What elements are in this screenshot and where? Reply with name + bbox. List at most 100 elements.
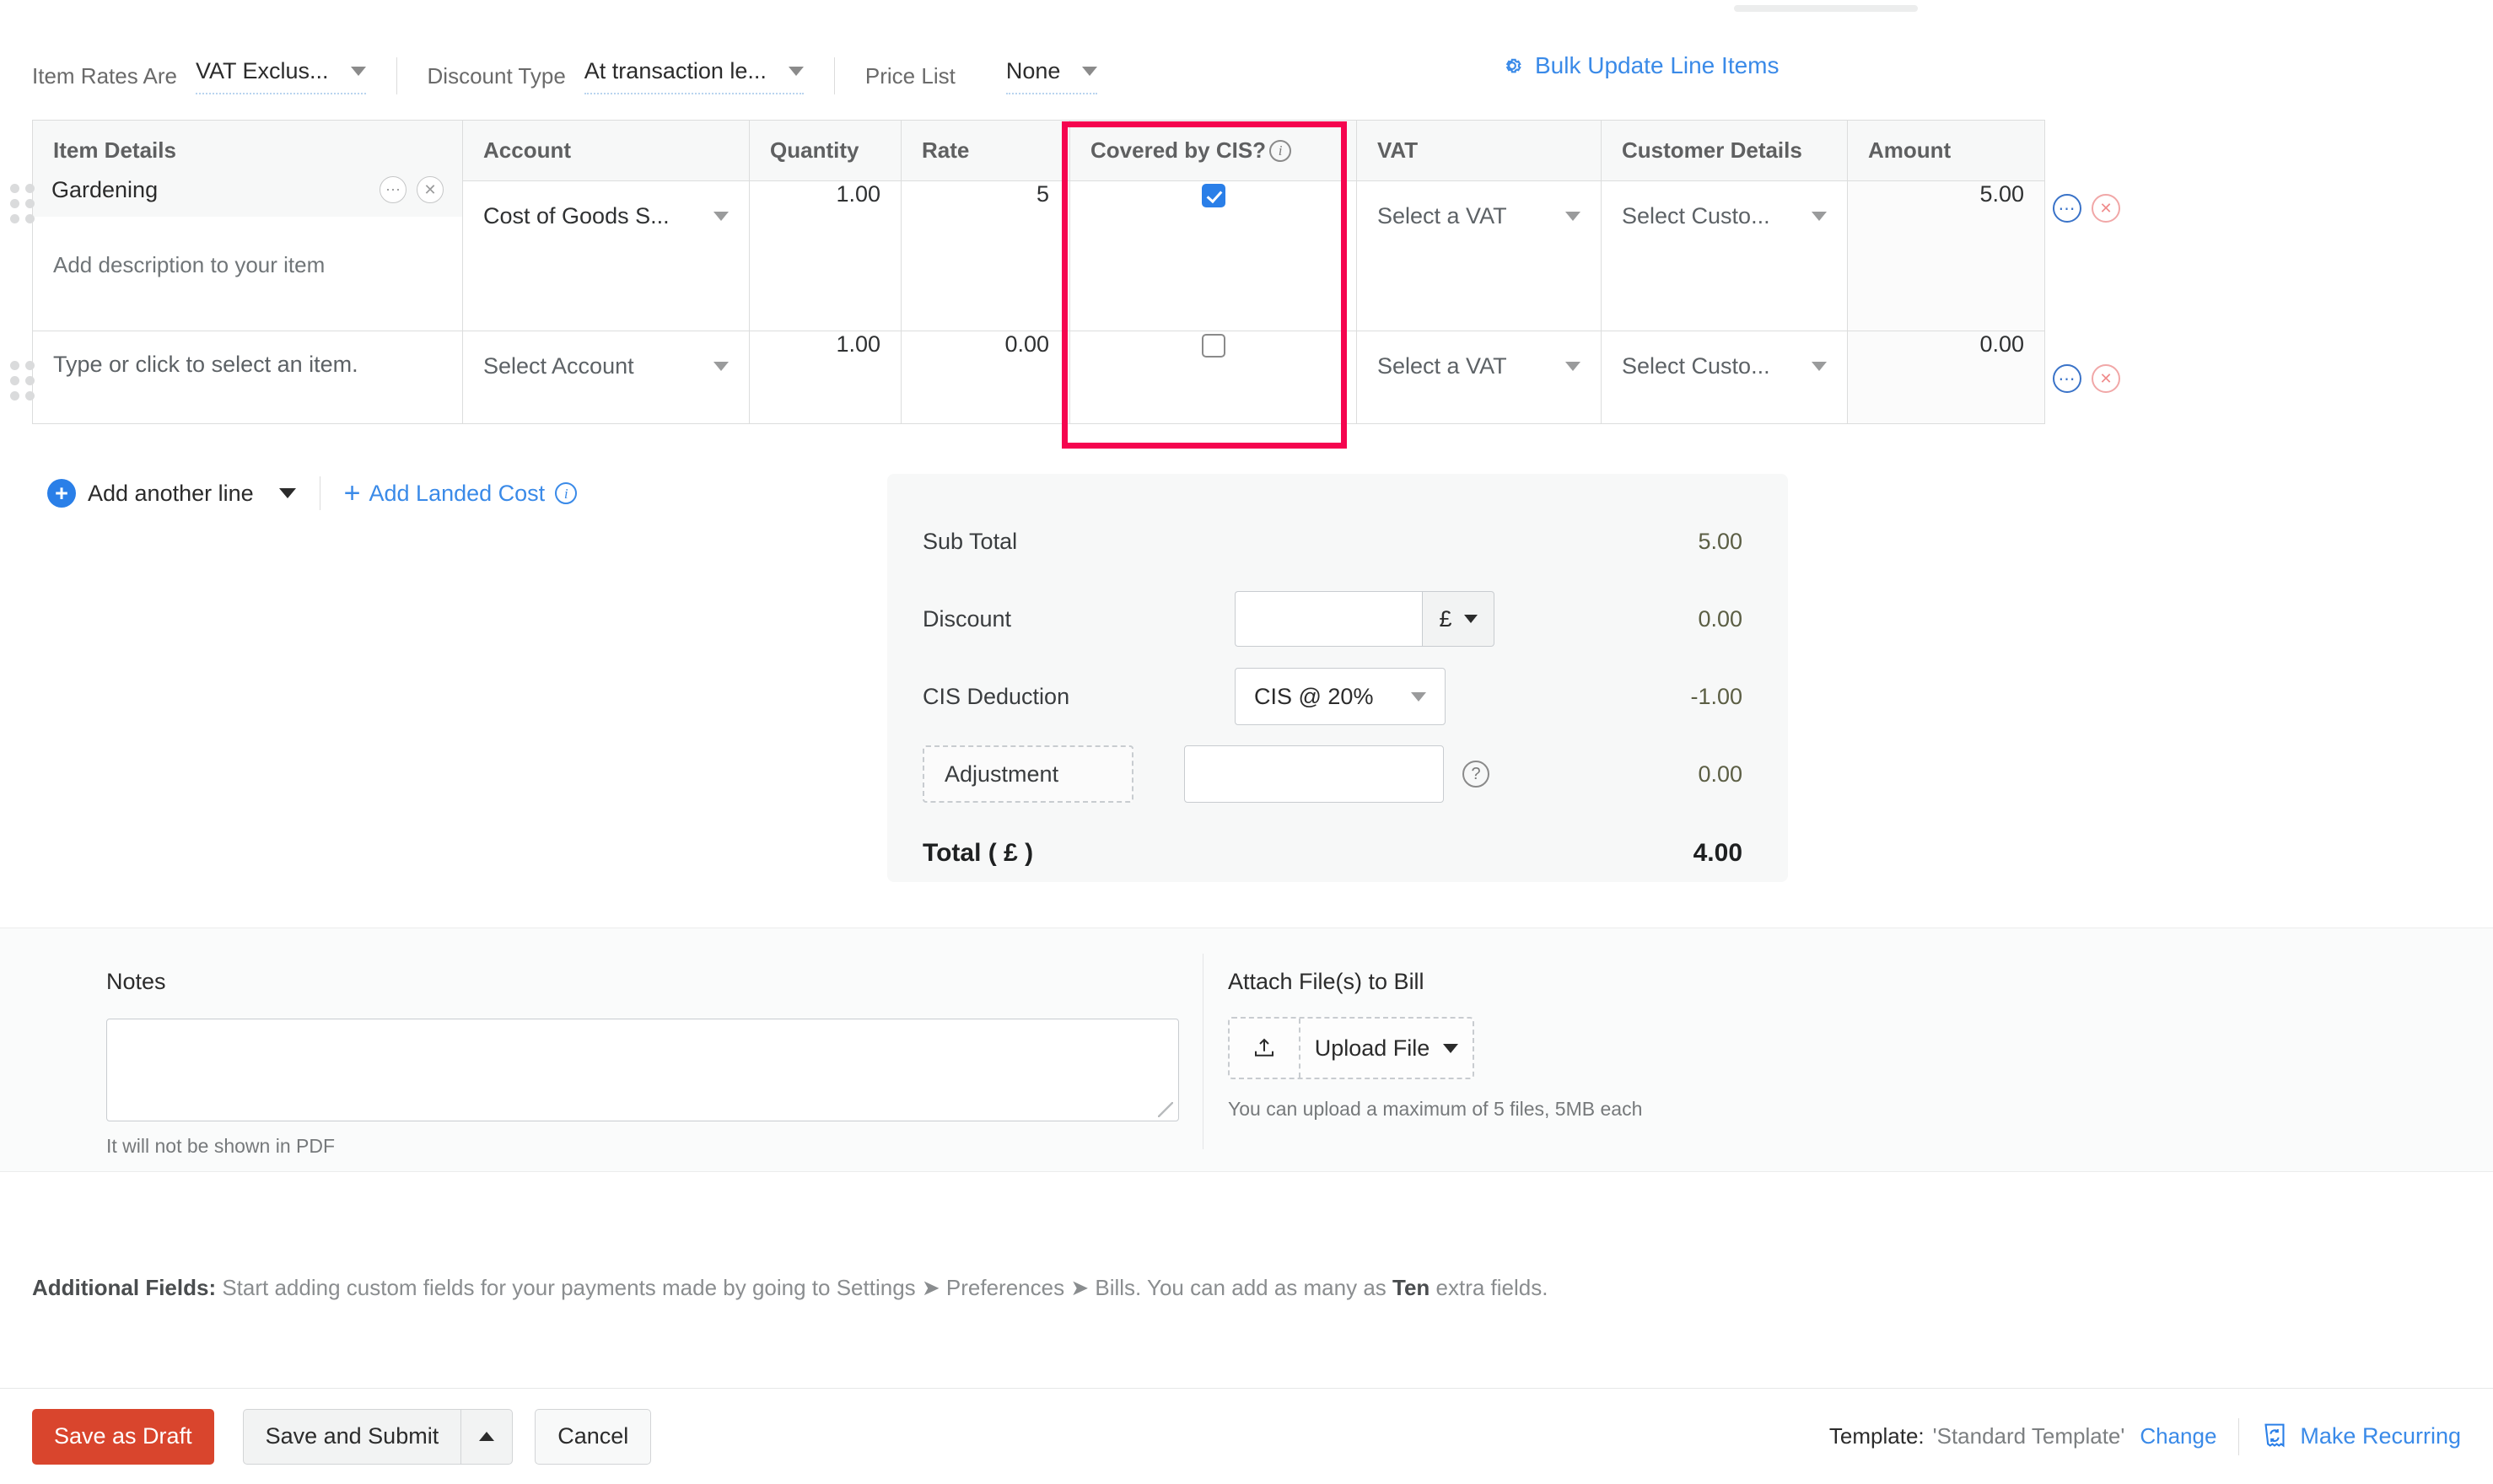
additional-fields-part2: Preferences <box>940 1275 1071 1300</box>
upload-file-button[interactable]: Upload File <box>1300 1019 1473 1078</box>
price-list-dropdown[interactable]: None <box>1006 58 1098 94</box>
save-and-submit-button[interactable]: Save and Submit <box>243 1409 461 1465</box>
chevron-down-icon <box>789 67 804 76</box>
table-row: Type or click to select an item. Select … <box>33 331 2045 424</box>
info-icon[interactable]: i <box>1269 140 1291 162</box>
discount-unit-dropdown[interactable]: £ <box>1422 591 1494 647</box>
save-as-draft-button[interactable]: Save as Draft <box>32 1409 214 1465</box>
attach-hint: You can upload a maximum of 5 files, 5MB… <box>1228 1098 1642 1121</box>
row-delete-icon[interactable]: ✕ <box>2092 364 2120 393</box>
discount-value: 0.00 <box>1591 606 1742 632</box>
additional-fields-part4: extra fields. <box>1430 1275 1548 1300</box>
covered-by-cis-checkbox[interactable] <box>1202 334 1225 358</box>
info-icon[interactable]: i <box>555 482 577 504</box>
total-label: Total ( £ ) <box>923 839 1235 868</box>
arrow-right-icon: ➤ <box>922 1275 940 1300</box>
account-select-value: Select Account <box>483 353 634 379</box>
cell-customer-details[interactable]: Select Custo... <box>1602 181 1848 331</box>
help-icon[interactable]: ? <box>1462 761 1489 788</box>
chevron-down-icon <box>713 212 729 221</box>
cell-covered-by-cis[interactable] <box>1070 181 1357 331</box>
item-rates-group: Item Rates Are VAT Exclus... <box>32 58 366 94</box>
plus-icon[interactable]: + <box>47 479 76 508</box>
row-more-options-icon[interactable]: ⋯ <box>2053 364 2081 393</box>
price-list-value: None <box>1006 58 1061 84</box>
discount-type-dropdown[interactable]: At transaction le... <box>584 58 804 94</box>
cell-covered-by-cis[interactable] <box>1070 331 1357 424</box>
notes-textarea[interactable] <box>106 1019 1179 1121</box>
cell-account[interactable]: Cost of Goods S... <box>463 181 750 331</box>
notes-block: Notes It will not be shown in PDF <box>106 969 1203 1158</box>
add-line-controls: + Add another line + Add Landed Cost i <box>47 476 577 510</box>
notes-label: Notes <box>106 969 1203 995</box>
discount-input[interactable] <box>1235 591 1422 647</box>
make-recurring-button[interactable]: Make Recurring <box>2261 1422 2461 1451</box>
item-rates-value: VAT Exclus... <box>196 58 329 84</box>
notes-hint: It will not be shown in PDF <box>106 1135 1203 1158</box>
row-drag-handle[interactable] <box>10 184 35 223</box>
item-description-input[interactable]: Add description to your item <box>53 252 442 278</box>
cell-quantity[interactable]: 1.00 <box>750 331 902 424</box>
cell-vat[interactable]: Select a VAT <box>1357 331 1602 424</box>
header-covered-by-cis-label: Covered by CIS? <box>1090 137 1266 164</box>
divider <box>2238 1418 2239 1455</box>
row-more-options-icon[interactable]: ⋯ <box>2053 194 2081 223</box>
row-delete-icon[interactable]: ✕ <box>2092 194 2120 223</box>
cell-customer-details[interactable]: Select Custo... <box>1602 331 1848 424</box>
cis-deduction-select-value: CIS @ 20% <box>1254 684 1373 710</box>
attach-files-label: Attach File(s) to Bill <box>1228 969 1642 995</box>
divider <box>396 57 397 94</box>
chevron-down-icon <box>1812 362 1827 371</box>
cell-item-details[interactable]: Gardening ⋯ ✕ Add description to your it… <box>33 181 463 331</box>
bulk-update-label: Bulk Update Line Items <box>1535 52 1780 79</box>
cancel-button[interactable]: Cancel <box>535 1409 651 1465</box>
cell-amount: 0.00 <box>1848 331 2045 424</box>
sub-total-value: 5.00 <box>1591 529 1742 555</box>
cell-item-details[interactable]: Type or click to select an item. <box>33 331 463 424</box>
header-amount: Amount <box>1848 121 2045 181</box>
cell-vat[interactable]: Select a VAT <box>1357 181 1602 331</box>
item-more-options-icon[interactable]: ⋯ <box>380 176 407 203</box>
upload-icon[interactable] <box>1230 1019 1300 1078</box>
add-line-dropdown-icon[interactable] <box>279 488 296 498</box>
make-recurring-label: Make Recurring <box>2300 1423 2461 1449</box>
row-drag-handle[interactable] <box>10 361 35 401</box>
attachments-block: Attach File(s) to Bill Upload File You c… <box>1228 969 1642 1121</box>
row-actions: ⋯ ✕ <box>2053 194 2120 223</box>
horizontal-scroll-track[interactable] <box>1734 5 1918 12</box>
bulk-update-line-items-link[interactable]: Bulk Update Line Items <box>1500 52 1780 79</box>
discount-type-group: Discount Type At transaction le... <box>428 58 804 94</box>
change-template-link[interactable]: Change <box>2140 1423 2216 1449</box>
adjustment-label-input[interactable]: Adjustment <box>923 745 1133 803</box>
item-clear-icon[interactable]: ✕ <box>417 176 444 203</box>
adjustment-value: 0.00 <box>1591 761 1742 788</box>
cis-deduction-select[interactable]: CIS @ 20% <box>1235 668 1446 725</box>
cell-rate[interactable]: 5 <box>902 181 1070 331</box>
adjustment-input[interactable] <box>1184 745 1444 803</box>
add-another-line-button[interactable]: Add another line <box>88 481 254 507</box>
resize-handle-icon[interactable] <box>1158 1102 1173 1117</box>
upload-file-control[interactable]: Upload File <box>1228 1017 1474 1079</box>
row-actions: ⋯ ✕ <box>2053 364 2120 393</box>
cell-rate[interactable]: 0.00 <box>902 331 1070 424</box>
template-prefix: Template: <box>1829 1423 1925 1449</box>
add-landed-cost-label: Add Landed Cost <box>369 481 546 507</box>
item-select-input[interactable]: Type or click to select an item. <box>53 331 442 378</box>
cell-account[interactable]: Select Account <box>463 331 750 424</box>
add-landed-cost-button[interactable]: + Add Landed Cost i <box>344 479 578 508</box>
save-and-submit-dropdown-button[interactable] <box>460 1409 513 1465</box>
covered-by-cis-checkbox[interactable] <box>1202 184 1225 207</box>
chevron-down-icon <box>1565 362 1580 371</box>
chevron-down-icon <box>1464 615 1478 623</box>
discount-label: Discount <box>923 606 1235 632</box>
header-customer-details: Customer Details <box>1602 121 1848 181</box>
table-row: Gardening ⋯ ✕ Add description to your it… <box>33 181 2045 331</box>
bottom-action-bar: Save as Draft Save and Submit Cancel Tem… <box>0 1388 2493 1484</box>
adjustment-row: Adjustment ? 0.00 <box>923 735 1742 813</box>
line-item-options-bar: Item Rates Are VAT Exclus... Discount Ty… <box>0 42 2493 110</box>
total-value: 4.00 <box>1591 839 1742 868</box>
cell-quantity[interactable]: 1.00 <box>750 181 902 331</box>
chevron-up-icon <box>479 1432 494 1441</box>
item-rates-dropdown[interactable]: VAT Exclus... <box>196 58 366 94</box>
chevron-down-icon <box>1565 212 1580 221</box>
